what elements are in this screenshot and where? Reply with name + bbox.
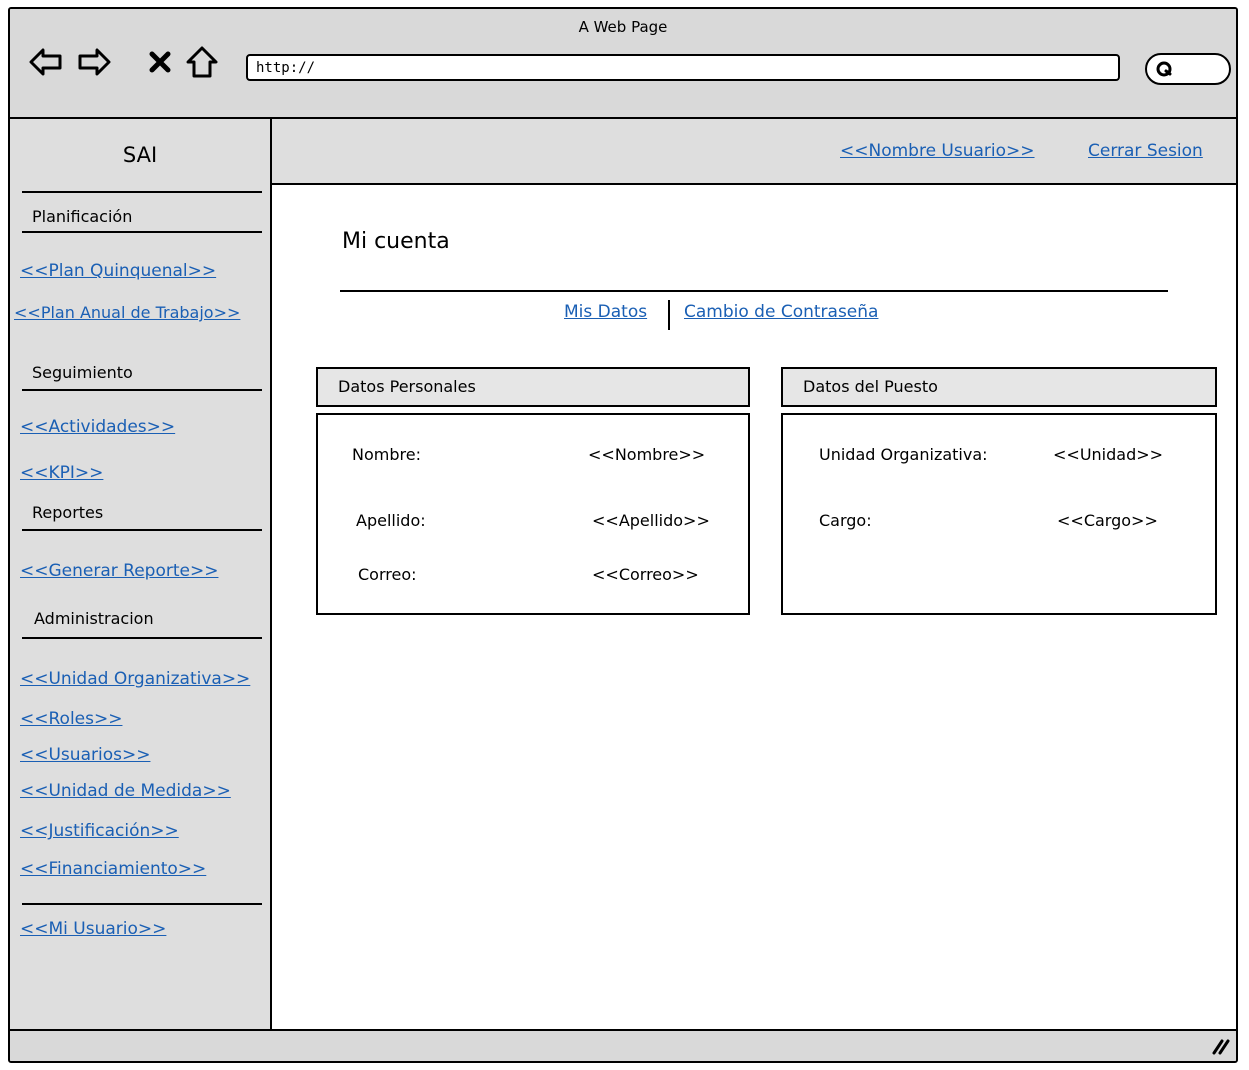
tab-mis-datos[interactable]: Mis Datos — [564, 302, 647, 322]
tab-separator — [668, 300, 670, 330]
sidebar-link-unidad-organizativa[interactable]: <<Unidad Organizativa>> — [20, 669, 250, 689]
search-button[interactable] — [1145, 53, 1231, 85]
field-label-correo: Correo: — [358, 565, 417, 584]
sidebar-link-kpi[interactable]: <<KPI>> — [20, 463, 103, 483]
job-data-panel: Unidad Organizativa: <<Unidad>> Cargo: <… — [781, 413, 1217, 615]
sidebar-link-plan-quinquenal[interactable]: <<Plan Quinquenal>> — [20, 261, 216, 281]
divider — [22, 529, 262, 531]
personal-data-panel: Nombre: <<Nombre>> Apellido: <<Apellido>… — [316, 413, 750, 615]
page-title: Mi cuenta — [342, 229, 450, 254]
personal-data-header: Datos Personales — [316, 367, 750, 407]
sidebar-link-usuarios[interactable]: <<Usuarios>> — [20, 745, 150, 765]
field-value-correo: <<Correo>> — [592, 565, 699, 584]
sidebar-link-roles[interactable]: <<Roles>> — [20, 709, 122, 729]
forward-arrow-icon[interactable] — [76, 42, 112, 82]
sidebar-link-plan-anual[interactable]: <<Plan Anual de Trabajo>> — [14, 303, 240, 322]
section-label-planificacion: Planificación — [32, 207, 133, 226]
app-name: SAI — [122, 143, 158, 167]
divider — [22, 637, 262, 639]
job-data-header: Datos del Puesto — [781, 367, 1217, 407]
divider — [22, 231, 262, 233]
tab-cambio-contrasena[interactable]: Cambio de Contraseña — [684, 302, 878, 322]
user-name-link[interactable]: <<Nombre Usuario>> — [840, 141, 1035, 161]
section-label-reportes: Reportes — [32, 503, 104, 522]
browser-toolbar: A Web Page http:// — [10, 9, 1236, 119]
logout-link[interactable]: Cerrar Sesion — [1088, 141, 1203, 161]
back-arrow-icon[interactable] — [28, 42, 64, 82]
sidebar-link-justificacion[interactable]: <<Justificación>> — [20, 821, 179, 841]
sidebar-link-financiamiento[interactable]: <<Financiamiento>> — [20, 859, 206, 879]
home-icon[interactable] — [184, 42, 220, 82]
section-label-seguimiento: Seguimiento — [32, 363, 133, 382]
window-title: A Web Page — [578, 18, 668, 36]
field-label-apellido: Apellido: — [356, 511, 426, 530]
field-label-cargo: Cargo: — [819, 511, 872, 530]
app-header: <<Nombre Usuario>> Cerrar Sesion — [272, 119, 1236, 185]
divider — [22, 191, 262, 193]
title-divider — [340, 290, 1168, 292]
browser-window: A Web Page http:// SAI Planificación <<P… — [8, 7, 1238, 1063]
sidebar-link-generar-reporte[interactable]: <<Generar Reporte>> — [20, 561, 218, 581]
field-value-nombre: <<Nombre>> — [588, 445, 706, 464]
sidebar-link-mi-usuario[interactable]: <<Mi Usuario>> — [20, 919, 166, 939]
sidebar: SAI Planificación <<Plan Quinquenal>> <<… — [10, 119, 272, 1031]
divider — [22, 389, 262, 391]
search-icon — [1155, 60, 1175, 82]
sidebar-link-unidad-de-medida[interactable]: <<Unidad de Medida>> — [20, 781, 231, 801]
section-label-administracion: Administracion — [34, 609, 154, 628]
field-label-unidad: Unidad Organizativa: — [819, 445, 988, 464]
field-value-unidad: <<Unidad>> — [1053, 445, 1164, 464]
url-input[interactable]: http:// — [246, 54, 1120, 81]
field-label-nombre: Nombre: — [352, 445, 421, 464]
close-x-icon[interactable] — [142, 42, 178, 82]
field-value-cargo: <<Cargo>> — [1057, 511, 1158, 530]
sidebar-link-actividades[interactable]: <<Actividades>> — [20, 417, 175, 437]
status-bar — [10, 1029, 1236, 1061]
field-value-apellido: <<Apellido>> — [592, 511, 710, 530]
resize-grip-icon[interactable] — [1210, 1037, 1230, 1059]
divider — [22, 903, 262, 905]
